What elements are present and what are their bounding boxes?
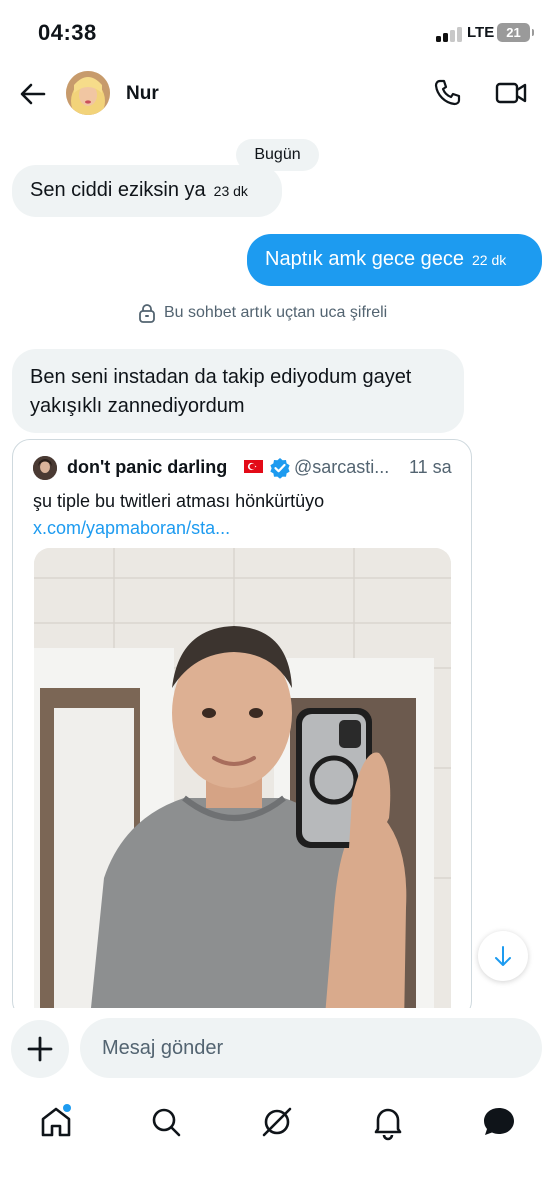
post-image[interactable] [34, 548, 451, 1018]
message-bubble-outgoing[interactable]: Naptık amk gece gece 22 dk [247, 234, 542, 286]
message-bubble-incoming[interactable]: Sen ciddi eziksin ya 23 dk [12, 165, 282, 217]
message-text: Ben seni instadan da takip ediyodum gaye… [30, 366, 412, 417]
add-attachment-button[interactable] [11, 1020, 69, 1078]
home-icon [41, 1104, 71, 1137]
post-link[interactable]: x.com/yapmaboran/sta... [33, 518, 230, 538]
messages-icon [484, 1108, 514, 1135]
nav-home[interactable] [36, 1102, 76, 1142]
scroll-to-bottom-button[interactable] [478, 931, 528, 981]
post-text: şu tiple bu twitleri atması hönkürtüyo x… [33, 488, 463, 542]
voice-call-button[interactable] [432, 78, 462, 108]
encryption-notice[interactable]: Bu sohbet artık uçtan uca şifreli [138, 303, 387, 323]
message-time: 22 dk [472, 252, 507, 268]
nav-grok[interactable] [257, 1102, 297, 1142]
arrow-left-icon [20, 83, 46, 105]
turkey-flag-icon [244, 460, 263, 473]
post-time: 11 sa [409, 457, 452, 477]
message-text: Naptık amk gece gece [265, 248, 464, 270]
message-time: 23 dk [213, 183, 248, 199]
message-input[interactable] [80, 1018, 542, 1078]
post-body: şu tiple bu twitleri atması hönkürtüyo [33, 491, 325, 511]
network-label: LTE [467, 24, 495, 41]
post-author-avatar[interactable] [33, 456, 57, 480]
grok-icon [262, 1107, 292, 1137]
signal-icon [436, 26, 464, 42]
post-author-name[interactable]: don't panic darling [67, 457, 227, 478]
nav-notifications[interactable] [368, 1102, 408, 1142]
message-text: Sen ciddi eziksin ya [30, 179, 206, 201]
status-time: 04:38 [38, 20, 97, 45]
phone-icon [434, 79, 461, 106]
bottom-navigation [0, 1090, 554, 1160]
nav-search[interactable] [146, 1102, 186, 1142]
bell-icon [374, 1108, 402, 1141]
video-call-button[interactable] [495, 78, 527, 108]
verified-badge-icon [269, 457, 291, 479]
status-bar: 04:38 LTE 21 [0, 0, 554, 64]
avatar[interactable] [66, 71, 110, 115]
video-camera-icon [495, 82, 527, 104]
search-icon [152, 1108, 181, 1137]
nav-messages[interactable] [479, 1102, 519, 1142]
shared-post-card[interactable]: don't panic darling @sarcasti... 11 sa ş… [12, 439, 472, 1019]
battery-icon: 21 [497, 23, 534, 42]
conversation-header: Nur [0, 66, 554, 122]
lock-icon [139, 304, 155, 323]
encryption-text: Bu sohbet artık uçtan uca şifreli [164, 304, 388, 321]
message-composer [0, 1008, 554, 1088]
back-button[interactable] [18, 79, 48, 109]
post-author-handle: @sarcasti... [294, 457, 390, 477]
message-bubble-incoming[interactable]: Ben seni instadan da takip ediyodum gaye… [12, 349, 464, 433]
plus-icon [27, 1036, 53, 1062]
contact-name[interactable]: Nur [126, 83, 159, 105]
home-indicator [0, 1160, 554, 1199]
arrow-down-icon [495, 946, 511, 966]
